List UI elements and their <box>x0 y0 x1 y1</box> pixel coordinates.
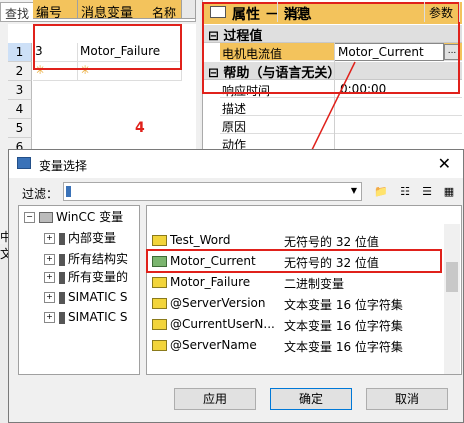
folder-up-icon[interactable]: 📁 <box>372 183 390 201</box>
ok-button[interactable]: 确定 <box>270 388 352 410</box>
list-view-icon[interactable]: ☷ <box>396 183 414 201</box>
tree-node-label: 所有变量的 <box>68 270 129 284</box>
column-header-type[interactable]: 类型 <box>280 2 425 22</box>
dialog-titlebar: 变量选择 ✕ <box>9 150 463 178</box>
variable-type: 文本变量 16 位字符集 <box>284 298 403 312</box>
list-item[interactable]: @ServerName 文本变量 16 位字符集 <box>148 335 444 356</box>
dialog-title: 变量选择 <box>39 159 88 173</box>
tree-node[interactable]: + SIMATIC S <box>44 310 127 324</box>
tree-node[interactable]: + 所有变量的 <box>44 268 128 285</box>
text-cursor <box>66 186 71 197</box>
column-header-parameter[interactable]: 参数 <box>425 2 460 22</box>
variable-name: Test_Word <box>170 233 231 247</box>
tree-node-root[interactable]: − WinCC 变量 <box>24 208 123 225</box>
close-icon[interactable]: ✕ <box>438 154 451 173</box>
variable-type: 二进制变量 <box>284 277 345 291</box>
expand-icon[interactable]: + <box>44 272 55 283</box>
details-view-icon[interactable]: ☰ <box>418 183 436 201</box>
tree-node-label: WinCC 变量 <box>56 210 124 224</box>
variable-group-icon <box>59 291 65 304</box>
column-header-name[interactable]: 名称 <box>148 2 278 22</box>
variable-icon <box>152 235 167 246</box>
tree-node-label: 所有结构实 <box>68 252 129 266</box>
expand-icon[interactable]: + <box>44 233 55 244</box>
filter-label: 过滤： <box>22 187 59 201</box>
cancel-button[interactable]: 取消 <box>366 388 448 410</box>
window-icon <box>17 157 31 169</box>
variable-group-icon <box>59 311 65 324</box>
list-item[interactable]: @CurrentUserN... 文本变量 16 位字符集 <box>148 314 444 335</box>
list-item[interactable]: @ServerVersion 文本变量 16 位字符集 <box>148 293 444 314</box>
list-item[interactable]: Test_Word 无符号的 32 位值 <box>148 230 444 251</box>
list-item[interactable]: Motor_Failure 二进制变量 <box>148 272 444 293</box>
grid-view-icon[interactable]: ▦ <box>440 183 458 201</box>
variable-name: Motor_Failure <box>170 275 251 289</box>
variable-type: 无符号的 32 位值 <box>284 235 379 249</box>
variable-name: @CurrentUserN... <box>170 317 275 331</box>
variable-icon <box>152 298 167 309</box>
variable-type: 文本变量 16 位字符集 <box>284 340 403 354</box>
tree-node[interactable]: + 内部变量 <box>44 229 116 246</box>
chevron-down-icon[interactable]: ▼ <box>351 186 357 195</box>
tree-node[interactable]: + 所有结构实 <box>44 250 128 267</box>
expand-icon[interactable]: + <box>44 254 55 265</box>
variable-name: @ServerVersion <box>170 296 266 310</box>
scrollbar-thumb[interactable] <box>446 262 458 292</box>
variable-icon <box>152 340 167 351</box>
tree-node-label: SIMATIC S <box>68 290 128 304</box>
variable-icon <box>152 277 167 288</box>
tree-node[interactable]: + SIMATIC S <box>44 290 127 304</box>
highlight-box-selection <box>146 249 442 273</box>
variable-name: @ServerName <box>170 338 257 352</box>
expand-icon[interactable]: + <box>44 292 55 303</box>
vertical-scrollbar[interactable] <box>444 224 460 374</box>
variable-group-icon <box>59 232 65 245</box>
collapse-icon[interactable]: − <box>24 212 35 223</box>
filter-combobox[interactable]: ▼ <box>63 182 362 201</box>
variable-group-icon <box>59 271 65 284</box>
tree-node-label: 内部变量 <box>68 231 117 245</box>
expand-icon[interactable]: + <box>44 312 55 323</box>
computer-icon <box>39 212 53 223</box>
tree-node-label: SIMATIC S <box>68 310 128 324</box>
variable-group-icon <box>59 253 65 266</box>
variable-type: 文本变量 16 位字符集 <box>284 319 403 333</box>
variable-icon <box>152 319 167 330</box>
apply-button[interactable]: 应用 <box>174 388 256 410</box>
